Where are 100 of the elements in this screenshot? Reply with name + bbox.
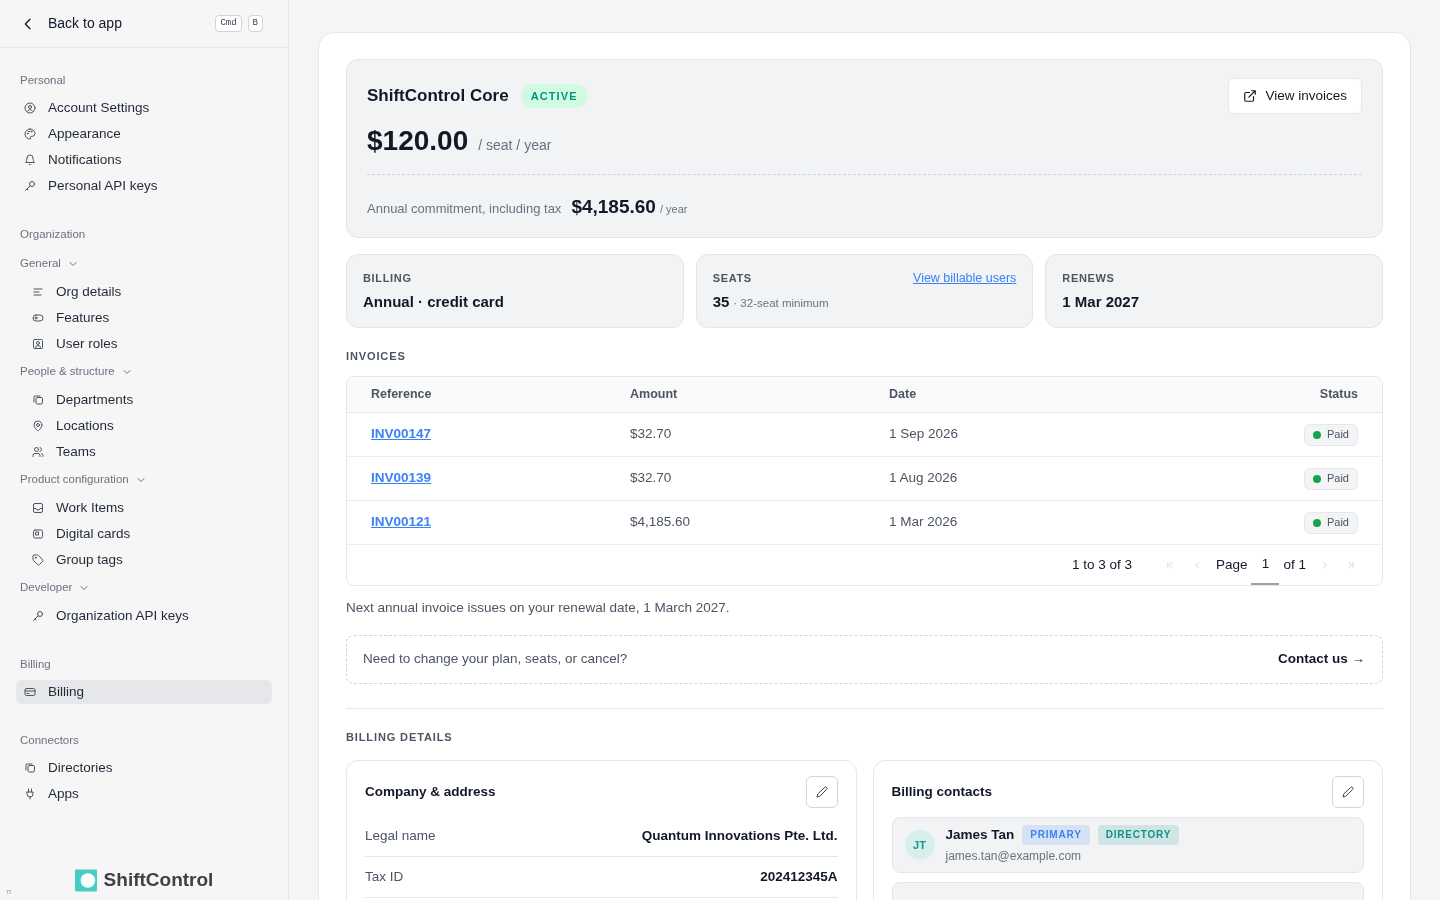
external-link-icon xyxy=(1243,89,1258,103)
table-cell-text: $4,185.60 xyxy=(630,513,691,532)
contact-name: James Tan xyxy=(945,825,1015,844)
key-icon xyxy=(24,180,36,192)
stacked-squares-icon xyxy=(24,762,36,774)
field-label: Legal name xyxy=(365,826,436,845)
stat-label: RENEWS xyxy=(1062,270,1115,286)
plan-name: ShiftControl Core xyxy=(367,85,509,108)
table-cell-text: $32.70 xyxy=(630,469,672,488)
page-label: Page xyxy=(1215,555,1248,574)
status-label: Paid xyxy=(1326,515,1349,531)
card-icon xyxy=(32,528,44,540)
section-heading: BILLING DETAILS xyxy=(346,730,454,745)
column-header: Reference xyxy=(371,386,432,404)
page-total: of 1 xyxy=(1283,555,1306,574)
logo-text: ShiftControl xyxy=(103,867,214,892)
users-icon xyxy=(32,446,44,458)
group-toggle[interactable]: Developer xyxy=(16,574,95,602)
status-label: Paid xyxy=(1326,427,1349,443)
nav-item[interactable]: Teams xyxy=(16,440,272,464)
group-toggle[interactable]: Product configuration xyxy=(16,466,151,494)
back-link[interactable]: Back to app xyxy=(20,13,122,34)
column-header: Date xyxy=(889,386,917,404)
nav-item[interactable]: Locations xyxy=(16,414,272,438)
commitment-label: Annual commitment, including tax xyxy=(367,200,562,218)
status-dot-icon xyxy=(1312,430,1321,439)
invoice-link[interactable]: INV00147 xyxy=(371,424,432,445)
shortcut-key: B xyxy=(247,15,263,32)
stat-value: 1 Mar 2027 xyxy=(1062,292,1140,312)
nav-item[interactable]: Appearance xyxy=(16,122,272,146)
lines-icon xyxy=(32,286,44,298)
page-field[interactable]: 1 xyxy=(1251,545,1280,585)
group-toggle[interactable]: General xyxy=(16,250,83,278)
nav-item[interactable]: Account Settings xyxy=(16,96,272,120)
card-title: Company & address xyxy=(365,782,496,801)
renewal-note: Next annual invoice issues on your renewal date, 1 March 2027. xyxy=(346,599,731,617)
field-label: Tax ID xyxy=(365,867,404,886)
section-heading: INVOICES xyxy=(346,349,407,364)
plug-icon xyxy=(24,788,36,800)
section-label: Billing xyxy=(19,657,52,672)
contact-email: james.tan@example.com xyxy=(945,848,1083,866)
group-toggle[interactable]: People & structure xyxy=(16,358,137,386)
invoice-link[interactable]: INV00121 xyxy=(371,512,432,533)
pagination-range: 1 to 3 of 3 xyxy=(1071,555,1132,574)
stat-value: 35 xyxy=(712,292,730,312)
section-label: Personal xyxy=(19,73,67,88)
nav-item[interactable]: Work Items xyxy=(16,496,272,520)
role-tag: DIRECTORY xyxy=(1097,825,1180,845)
stat-value: Annual · credit card xyxy=(363,292,504,312)
avatar: JT xyxy=(904,830,935,860)
pencil-icon xyxy=(815,786,828,798)
tray-icon xyxy=(32,502,44,514)
card-title: Billing contacts xyxy=(891,782,992,801)
banner-text: Need to change your plan, seats, or cancel? xyxy=(363,650,628,669)
nav-item[interactable]: Billing xyxy=(16,680,272,704)
nav-item[interactable]: Group tags xyxy=(16,548,272,572)
edit-button[interactable] xyxy=(805,776,838,808)
stacked-squares-icon xyxy=(32,394,44,406)
status-dot-icon xyxy=(1312,474,1321,483)
stat-label: SEATS xyxy=(712,270,752,286)
nav-item[interactable]: Departments xyxy=(16,388,272,412)
table-cell-text: 1 Sep 2026 xyxy=(889,425,959,444)
column-header: Status xyxy=(1319,386,1358,404)
nav-item[interactable]: Digital cards xyxy=(16,522,272,546)
user-circle-icon xyxy=(24,102,36,114)
nav-item[interactable]: Organization API keys xyxy=(16,604,272,628)
status-label: Paid xyxy=(1326,471,1349,487)
edit-button[interactable] xyxy=(1332,776,1364,808)
nav-item[interactable]: Org details xyxy=(16,280,272,304)
role-tag: PRIMARY xyxy=(1022,825,1090,845)
stat-note: · 32-seat minimum xyxy=(733,296,829,311)
stat-label: BILLING xyxy=(363,270,412,286)
view-invoices-button[interactable]: View invoices xyxy=(1228,78,1362,114)
chevron-right-icon xyxy=(1320,560,1330,570)
price-unit: / seat / year xyxy=(478,136,552,155)
field-value: 202412345A xyxy=(760,867,838,886)
nav-item[interactable]: Personal API keys xyxy=(16,174,272,198)
table-cell-text: 1 Mar 2026 xyxy=(889,513,958,532)
section-label: Organization xyxy=(19,227,87,242)
contact-link[interactable]: Contact us → xyxy=(1278,649,1365,670)
key-icon xyxy=(32,610,44,622)
invoice-link[interactable]: INV00139 xyxy=(371,468,432,489)
nav-item[interactable]: Directories xyxy=(16,756,272,780)
toggle-icon xyxy=(32,312,44,324)
status-dot-icon xyxy=(1312,518,1321,527)
tag-icon xyxy=(32,554,44,566)
shortcut-key: Cmd xyxy=(215,15,242,32)
table-cell-text: 1 Aug 2026 xyxy=(889,469,958,488)
nav-item[interactable]: Features xyxy=(16,306,272,330)
credit-card-icon xyxy=(24,686,36,698)
map-pin-icon xyxy=(32,420,44,432)
first-page-icon xyxy=(1164,560,1175,570)
user-square-icon xyxy=(32,338,44,350)
nav-item[interactable]: Apps xyxy=(16,782,272,806)
last-page-icon xyxy=(1346,560,1356,570)
nav-item[interactable]: Notifications xyxy=(16,148,272,172)
palette-icon xyxy=(24,128,36,140)
logo-icon xyxy=(74,868,97,892)
nav-item[interactable]: User roles xyxy=(16,332,272,356)
pencil-icon xyxy=(1342,786,1354,798)
